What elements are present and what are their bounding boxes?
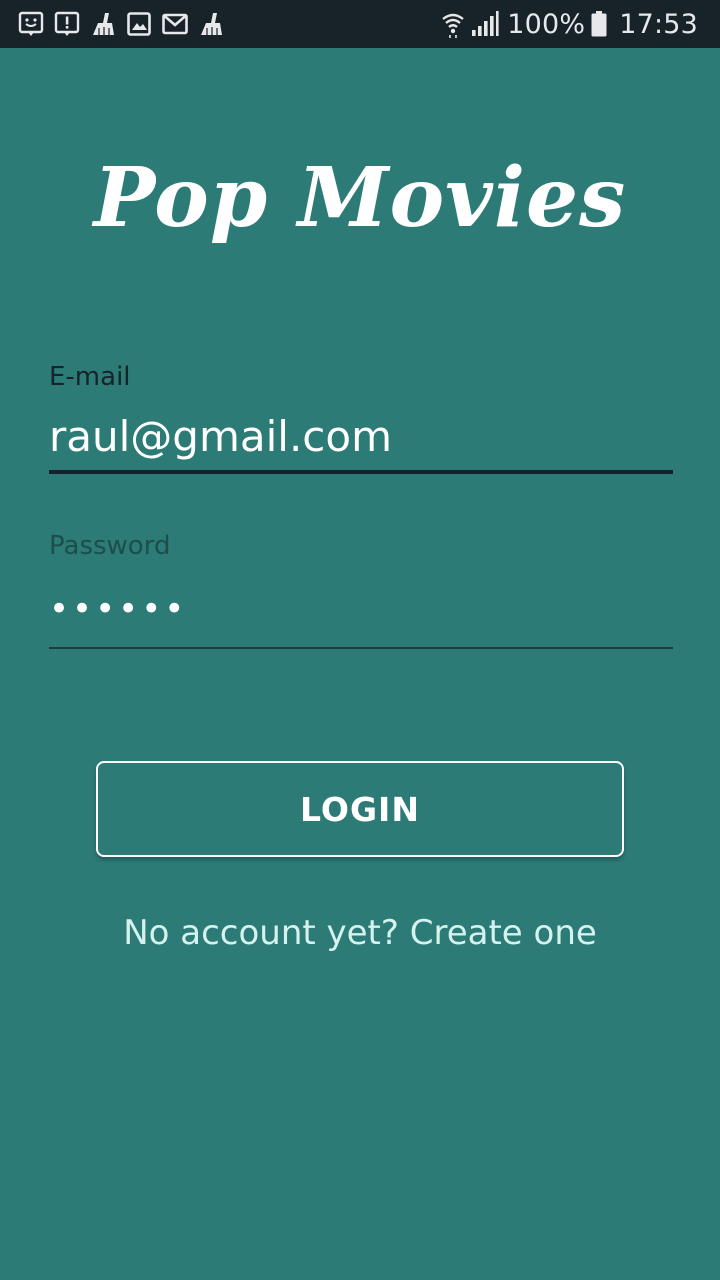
battery-icon — [591, 11, 607, 37]
alert-icon — [54, 11, 80, 36]
cleaner-icon — [201, 13, 222, 35]
password-underline — [49, 647, 673, 649]
feedback-icon — [18, 11, 44, 36]
status-bar: 100% 17:53 — [0, 0, 720, 48]
email-field[interactable]: E-mail raul@gmail.com — [49, 362, 673, 474]
password-field[interactable]: Password •••••• — [49, 531, 673, 649]
cleaner-icon — [93, 13, 114, 35]
password-input[interactable]: •••••• — [49, 581, 673, 637]
app-title: Pop Movies — [93, 150, 627, 246]
system-status: 100% 17:53 — [441, 6, 698, 42]
create-account-link[interactable]: No account yet? Create one — [0, 910, 720, 956]
email-label: E-mail — [49, 362, 131, 392]
gmail-icon — [162, 13, 188, 35]
gallery-icon — [127, 12, 151, 36]
signal-icon — [472, 11, 499, 36]
clock: 17:53 — [619, 8, 698, 40]
email-input[interactable]: raul@gmail.com — [49, 412, 673, 462]
password-label: Password — [49, 531, 171, 561]
email-underline — [49, 470, 673, 474]
notification-icons — [18, 10, 224, 38]
login-button[interactable]: LOGIN — [96, 761, 624, 857]
battery-percentage: 100% — [507, 8, 586, 40]
wifi-icon — [442, 13, 464, 38]
